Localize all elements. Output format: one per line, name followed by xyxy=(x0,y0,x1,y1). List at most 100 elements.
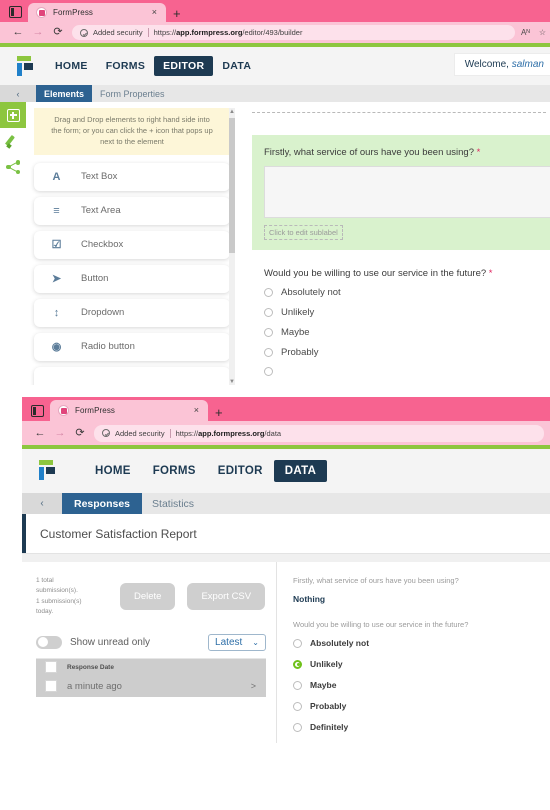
collapse-panel-button[interactable]: ‹ xyxy=(22,493,62,514)
row-checkbox[interactable] xyxy=(45,680,57,693)
nav-item-editor[interactable]: EDITOR xyxy=(207,460,274,482)
main-nav: HOME FORMS EDITOR DATA xyxy=(84,460,328,482)
welcome-user-label[interactable]: Welcome, salman xyxy=(454,54,550,75)
formpress-logo-icon[interactable] xyxy=(13,56,33,76)
element-item-text-box[interactable]: A Text Box xyxy=(34,162,230,191)
counts-line: submission(s). xyxy=(36,587,78,595)
question-1-input[interactable] xyxy=(264,166,550,218)
radio-icon xyxy=(264,367,273,376)
favorites-star-icon[interactable]: ☆ xyxy=(539,28,546,37)
tab-title: FormPress xyxy=(75,406,116,415)
brush-icon xyxy=(6,134,20,148)
element-item-partial[interactable] xyxy=(34,366,230,385)
show-unread-toggle[interactable] xyxy=(36,635,62,649)
nav-item-home[interactable]: HOME xyxy=(46,56,97,76)
filter-row: Show unread only Latest ⌄ xyxy=(36,633,266,659)
data-subtab-bar: ‹ Responses Statistics xyxy=(22,493,550,514)
forward-icon[interactable]: → xyxy=(28,27,48,38)
security-shield-icon xyxy=(80,28,88,37)
scroll-down-arrow-icon[interactable]: ▼ xyxy=(229,378,235,385)
close-icon[interactable]: × xyxy=(191,406,202,415)
nav-item-home[interactable]: HOME xyxy=(84,460,142,482)
close-icon[interactable]: × xyxy=(149,8,160,17)
responses-table-header: Response Date xyxy=(36,658,266,676)
dropdown-icon: ↕ xyxy=(53,306,60,319)
nav-item-data[interactable]: DATA xyxy=(213,56,260,76)
option-partial[interactable] xyxy=(264,367,550,376)
editor-rail xyxy=(0,102,26,385)
scrollbar-thumb[interactable] xyxy=(229,118,235,253)
answer-option-unlikely: Unlikely xyxy=(293,659,550,669)
tab-elements[interactable]: Elements xyxy=(36,85,93,102)
column-header-response-date: Response Date xyxy=(67,663,114,671)
answer-option-probably: Probably xyxy=(293,701,550,711)
url-text: https://app.formpress.org/data xyxy=(175,428,282,438)
option-label: Unlikely xyxy=(281,307,315,318)
back-icon[interactable]: ← xyxy=(30,427,50,439)
element-item-button[interactable]: ➤ Button xyxy=(34,264,230,293)
address-bar[interactable]: Added security https://app.formpress.org… xyxy=(72,25,516,40)
option-absolutely-not[interactable]: Absolutely not xyxy=(264,287,550,298)
nav-item-data[interactable]: DATA xyxy=(273,460,328,482)
elements-panel: Drag and Drop elements to right hand sid… xyxy=(26,102,238,385)
elements-scrollbar[interactable]: ▲ ▼ xyxy=(229,108,235,385)
tab-search-icon[interactable] xyxy=(9,6,22,18)
read-aloud-icon[interactable]: Aᴺ xyxy=(521,28,530,37)
element-label: Checkbox xyxy=(81,239,124,251)
browser-tab-formpress[interactable]: FormPress × xyxy=(50,400,208,421)
tab-responses[interactable]: Responses xyxy=(62,493,143,514)
tab-search-icon[interactable] xyxy=(31,405,44,417)
option-probably[interactable]: Probably xyxy=(264,347,550,358)
reload-icon[interactable]: ⟳ xyxy=(70,427,90,439)
reload-icon[interactable]: ⟳ xyxy=(48,27,68,38)
new-tab-icon[interactable]: + xyxy=(173,7,181,22)
address-bar[interactable]: Added security https://app.formpress.org… xyxy=(94,424,544,442)
new-tab-icon[interactable]: + xyxy=(215,406,223,421)
tab-form-properties[interactable]: Form Properties xyxy=(92,85,173,102)
submissions-actions-row: 1 total submission(s). 1 submission(s) t… xyxy=(36,576,266,618)
element-label: Button xyxy=(81,273,109,285)
security-label: Added security xyxy=(115,428,165,438)
security-label: Added security xyxy=(93,28,143,37)
element-label: Text Area xyxy=(81,205,121,217)
question-1-sublabel[interactable]: Click to edit sublabel xyxy=(264,225,343,240)
back-icon[interactable]: ← xyxy=(8,27,28,38)
form-question-1[interactable]: Firstly, what service of ours have you b… xyxy=(252,135,550,250)
checkbox-icon: ☑ xyxy=(51,239,62,252)
security-shield-icon xyxy=(102,429,110,437)
rail-share-button[interactable] xyxy=(0,154,26,180)
rail-theme-button[interactable] xyxy=(0,128,26,154)
delete-button[interactable]: Delete xyxy=(120,583,176,611)
sort-select[interactable]: Latest ⌄ xyxy=(208,633,266,651)
nav-item-forms[interactable]: FORMS xyxy=(142,460,207,482)
export-csv-button[interactable]: Export CSV xyxy=(187,583,266,611)
element-item-checkbox[interactable]: ☑ Checkbox xyxy=(34,230,230,259)
formpress-logo-icon[interactable] xyxy=(35,459,58,483)
required-mark: * xyxy=(488,268,493,279)
text-box-icon: A xyxy=(52,170,61,183)
collapse-panel-button[interactable]: ‹ xyxy=(0,85,36,102)
scroll-up-arrow-icon[interactable]: ▲ xyxy=(229,108,235,116)
browser-window-editor: FormPress × + ← → ⟳ Added security https… xyxy=(0,0,550,385)
sort-selected-value: Latest xyxy=(215,636,243,648)
plus-icon xyxy=(6,108,20,122)
element-item-dropdown[interactable]: ↕ Dropdown xyxy=(34,298,230,327)
option-unlikely[interactable]: Unlikely xyxy=(264,307,550,318)
element-item-text-area[interactable]: ≡ Text Area xyxy=(34,196,230,225)
element-item-radio-button[interactable]: ◉ Radio button xyxy=(34,332,230,361)
submission-counts: 1 total submission(s). 1 submission(s) t… xyxy=(36,576,108,618)
form-question-2[interactable]: Would you be willing to use our service … xyxy=(252,250,550,376)
browser-toolbar-data: ← → ⟳ Added security https://app.formpre… xyxy=(22,421,550,445)
forward-icon[interactable]: → xyxy=(50,427,70,439)
rail-add-element-button[interactable] xyxy=(0,102,26,128)
option-label: Maybe xyxy=(310,680,337,690)
tab-statistics[interactable]: Statistics xyxy=(142,493,204,514)
nav-item-editor[interactable]: EDITOR xyxy=(154,56,214,76)
select-all-checkbox[interactable] xyxy=(45,661,57,674)
option-maybe[interactable]: Maybe xyxy=(264,327,550,338)
table-row[interactable]: a minute ago > xyxy=(36,675,266,697)
chevron-right-icon[interactable]: > xyxy=(251,681,266,691)
nav-item-forms[interactable]: FORMS xyxy=(97,56,154,76)
app-header: HOME FORMS EDITOR DATA xyxy=(22,449,550,493)
browser-tab-formpress[interactable]: FormPress × xyxy=(28,3,166,22)
